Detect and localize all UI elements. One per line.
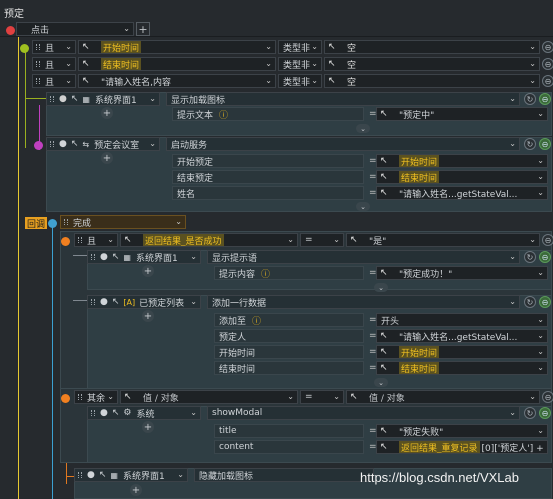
refresh-icon[interactable]: ↻	[524, 93, 536, 105]
delete-action-button[interactable]: ⊖	[539, 296, 551, 308]
action-method-select[interactable]: 显示提示语 ⌄	[207, 250, 520, 264]
param-value-input[interactable]: ↖ 开始时间 ⌄	[376, 345, 548, 359]
delete-action-button[interactable]: ⊖	[539, 93, 551, 105]
if-field-input[interactable]: ↖ 返回结果_是否成功 ⌄	[120, 233, 298, 247]
watermark: https://blog.csdn.net/VXLab	[360, 470, 519, 485]
param-value-input[interactable]: ↖ "预定中" ⌄	[376, 107, 548, 121]
action-target-select[interactable]: ● ↖ ▦ 系统界面1 ⌄	[87, 250, 201, 264]
action-method-select[interactable]: 隐藏加载图标	[194, 468, 374, 482]
action-method-select[interactable]: 启动服务 ⌄	[166, 137, 520, 151]
param-value-input[interactable]: ↖ 结束时间 ⌄	[376, 170, 548, 184]
param-label: 预定人	[214, 329, 364, 343]
delete-condition-button[interactable]: ⊖	[542, 75, 553, 87]
param-value-input[interactable]: ↖返回结果_重复记录[0]['预定人'] + '已预定	[376, 440, 548, 454]
else-op-select[interactable]: 其余 ⌄	[74, 390, 118, 404]
if-op-select[interactable]: 且 ⌄	[74, 233, 118, 247]
condition-op-select[interactable]: 且 ⌄	[32, 57, 76, 71]
action-target-select[interactable]: ● ↖ ⚙ 系统 ⌄	[87, 406, 201, 420]
delete-condition-button[interactable]: ⊖	[542, 41, 553, 53]
delete-condition-button[interactable]: ⊖	[542, 234, 553, 246]
delete-action-button[interactable]: ⊖	[539, 138, 551, 150]
condition-value-input[interactable]: ↖ 空 ⌄	[324, 74, 540, 88]
trigger-event-label: 点击	[31, 25, 50, 36]
condition-cmp-select[interactable]: 类型非 ⌄	[278, 57, 322, 71]
action-target-select[interactable]: ● ↖ ▦ 系统界面1 ⌄	[46, 92, 160, 106]
action-method-select[interactable]: 添加一行数据 ⌄	[207, 295, 520, 309]
param-label: 结束时间	[214, 361, 364, 375]
action-target-select[interactable]: ● ↖ [A] 已预定列表 ⌄	[87, 295, 201, 309]
param-value-input[interactable]: ↖ 结束时间 ⌄	[376, 361, 548, 375]
param-label: 开始时间	[214, 345, 364, 359]
condition-field-input[interactable]: ↖ "请输入姓名,内容 ⌄	[78, 74, 276, 88]
else-value-input[interactable]: ↖ 值 / 对象 ⌄	[346, 390, 540, 404]
condition-op-select[interactable]: 且 ⌄	[32, 74, 76, 88]
param-label: 姓名	[172, 186, 364, 200]
condition-value-input[interactable]: ↖ 空 ⌄	[324, 57, 540, 71]
param-value-input[interactable]: ↖ "预定失败" ⌄	[376, 424, 548, 438]
condition-dot[interactable]	[20, 44, 29, 53]
collapse-button[interactable]: ⌄	[374, 378, 388, 387]
collapse-button[interactable]: ⌄	[374, 283, 388, 292]
service-dot	[34, 141, 43, 150]
if-value-input[interactable]: ↖ "是" ⌄	[346, 233, 540, 247]
action-target-select[interactable]: ● ↖ ⇆ 预定会议室 ⌄	[46, 137, 160, 151]
condition-cmp-select[interactable]: 类型非 ⌄	[278, 74, 322, 88]
refresh-icon[interactable]: ↻	[524, 296, 536, 308]
callback-dot	[48, 219, 57, 228]
param-label: 开始预定	[172, 154, 364, 168]
delete-condition-button[interactable]: ⊖	[542, 391, 553, 403]
refresh-icon[interactable]: ↻	[524, 251, 536, 263]
add-sub-action-button[interactable]: +	[130, 484, 142, 496]
param-label: 结束预定	[172, 170, 364, 184]
if-cmp-select[interactable]: = ⌄	[300, 233, 344, 247]
delete-condition-button[interactable]: ⊖	[542, 58, 553, 70]
cursor-icon: ↖	[82, 42, 90, 52]
callback-badge: 回调	[25, 217, 48, 230]
param-value-input[interactable]: ↖ "请输入姓名...getStateVal... ⌄	[376, 329, 548, 343]
param-label: 提示文本 ⓘ	[172, 107, 364, 121]
condition-field-input[interactable]: ↖ 开始时间 ⌄	[78, 40, 276, 54]
param-value-input[interactable]: ↖ 开始时间 ⌄	[376, 154, 548, 168]
param-value-input[interactable]: ↖ "请输入姓名...getStateVal... ⌄	[376, 186, 548, 200]
collapse-button[interactable]: ⌄	[356, 124, 370, 133]
add-sub-action-button[interactable]: +	[142, 310, 154, 322]
add-sub-action-button[interactable]: +	[101, 152, 113, 164]
trigger-dot[interactable]	[6, 26, 15, 35]
condition-value-input[interactable]: ↖ 空 ⌄	[324, 40, 540, 54]
callback-select[interactable]: 完成 ⌄	[60, 215, 186, 229]
gear-icon: ⚙	[123, 408, 132, 418]
add-sub-action-button[interactable]: +	[142, 421, 154, 433]
trigger-event-select[interactable]: 点击 ⌄	[16, 22, 134, 36]
action-method-select[interactable]: showModal ⌄	[207, 406, 520, 420]
add-sub-action-button[interactable]: +	[101, 107, 113, 119]
param-label: 添加至 ⓘ	[214, 313, 364, 327]
delete-action-button[interactable]: ⊖	[539, 407, 551, 419]
condition-op-select[interactable]: 且 ⌄	[32, 40, 76, 54]
condition-cmp-select[interactable]: 类型非 ⌄	[278, 40, 322, 54]
page-title: 预定	[4, 9, 24, 20]
refresh-icon[interactable]: ↻	[524, 407, 536, 419]
param-label: content	[214, 440, 364, 454]
if-dot	[61, 237, 70, 246]
else-cmp-select[interactable]: = ⌄	[300, 390, 344, 404]
chevron-down-icon: ⌄	[123, 24, 130, 33]
collapse-button[interactable]: ⌄	[356, 202, 370, 211]
add-trigger-button[interactable]: +	[136, 22, 150, 36]
param-label: title	[214, 424, 364, 438]
param-value-select[interactable]: 开头 ⌄	[376, 313, 548, 327]
refresh-icon[interactable]: ↻	[524, 138, 536, 150]
condition-field-input[interactable]: ↖ 结束时间 ⌄	[78, 57, 276, 71]
else-field-input[interactable]: ↖ 值 / 对象 ⌄	[120, 390, 298, 404]
action-method-select[interactable]: 显示加载图标 ⌄	[166, 92, 520, 106]
delete-action-button[interactable]: ⊖	[539, 251, 551, 263]
param-value-input[interactable]: ↖ "预定成功！" ⌄	[376, 266, 548, 280]
param-label: 提示内容 ⓘ	[214, 266, 364, 280]
action-target-select[interactable]: ● ↖ ▦ 系统界面1 ⌄	[74, 468, 188, 482]
else-dot	[61, 394, 70, 403]
add-sub-action-button[interactable]: +	[142, 265, 154, 277]
